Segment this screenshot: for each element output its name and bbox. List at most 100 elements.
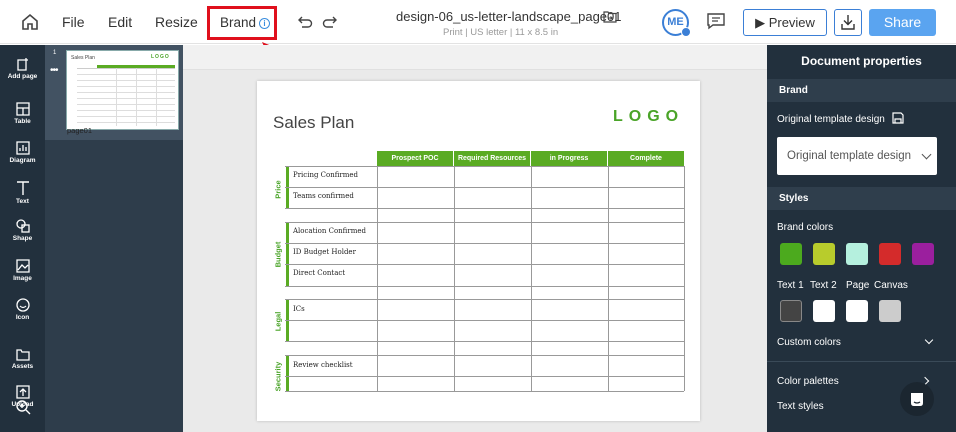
table-row-line <box>285 391 684 392</box>
user-badge-icon <box>681 27 691 37</box>
brand-menu-highlight[interactable]: Brand i <box>207 6 277 40</box>
avatar[interactable]: ME <box>662 9 691 37</box>
table-row-line <box>285 222 684 223</box>
column-header: Complete <box>608 151 684 166</box>
redo-icon[interactable] <box>321 13 339 31</box>
image-icon <box>15 259 30 273</box>
chat-icon <box>911 393 923 406</box>
text2-label: Text 2 <box>810 280 837 291</box>
table-column-line <box>608 166 609 391</box>
text-styles-label[interactable]: Text styles <box>777 401 824 412</box>
style-color-swatch[interactable] <box>846 300 868 322</box>
chat-button[interactable] <box>900 382 934 416</box>
table-row-line <box>285 243 684 244</box>
file-menu[interactable]: File <box>62 0 85 44</box>
shape-label: Shape <box>12 235 33 242</box>
table-row-line <box>285 187 684 188</box>
document-page[interactable]: Sales Plan LOGO Prospect POC Required Re… <box>257 81 700 421</box>
table-label: Table <box>14 118 31 125</box>
section-label-budget: Budget <box>273 241 283 268</box>
download-button[interactable] <box>834 9 862 36</box>
style-color-swatch[interactable] <box>879 300 901 322</box>
row-label: ICs <box>293 305 305 313</box>
tool-sidebar: Add page Table Diagram Text Shape Image … <box>0 45 45 432</box>
column-header: Required Resources <box>454 151 531 166</box>
edit-menu[interactable]: Edit <box>108 0 132 44</box>
section-label-security: Security <box>273 361 283 392</box>
shape-tool[interactable]: Shape <box>0 219 45 242</box>
page-label: page01 <box>67 126 93 135</box>
text1-label: Text 1 <box>777 280 804 291</box>
download-icon <box>841 15 855 30</box>
logo-text[interactable]: LOGO <box>613 108 684 126</box>
more-options-icon[interactable]: ••• <box>50 65 58 76</box>
assets-tool[interactable]: Assets <box>0 348 45 370</box>
document-subtitle: Print | US letter | 11 x 8.5 in <box>443 27 559 38</box>
icon-tool[interactable]: Icon <box>0 298 45 321</box>
page-number: 1 <box>53 50 57 56</box>
table-row-line <box>285 264 684 265</box>
add-page-icon <box>16 58 28 71</box>
folder-move-icon[interactable] <box>603 10 617 23</box>
table-row-line <box>285 376 684 377</box>
brand-menu[interactable]: Brand <box>220 9 256 37</box>
undo-icon[interactable] <box>296 13 314 31</box>
canvas-ruler <box>183 45 767 70</box>
template-select-value: Original template design <box>787 150 912 162</box>
comment-icon[interactable] <box>706 12 726 30</box>
properties-panel: Document properties Brand Original templ… <box>767 45 956 432</box>
style-color-swatch[interactable] <box>780 300 802 322</box>
preview-button[interactable]: ▶ Preview <box>743 9 827 36</box>
thumbnail-title: Sales Plan <box>71 55 95 61</box>
diagram-label: Diagram <box>9 157 36 164</box>
table-tool[interactable]: Table <box>0 102 45 125</box>
home-icon[interactable] <box>20 12 40 32</box>
section-bar <box>286 222 289 286</box>
share-button[interactable]: Share <box>869 9 936 36</box>
style-color-swatch[interactable] <box>813 300 835 322</box>
brand-color-swatch[interactable] <box>846 243 868 265</box>
smiley-icon <box>15 298 30 312</box>
brand-section-header[interactable]: Brand <box>767 79 956 102</box>
brand-colors-label: Brand colors <box>777 222 834 233</box>
chevron-down-icon[interactable] <box>924 335 934 345</box>
color-palettes-label[interactable]: Color palettes <box>777 376 839 387</box>
brand-color-swatch[interactable] <box>813 243 835 265</box>
row-label: Alocation Confirmed <box>293 227 366 235</box>
styles-section-header[interactable]: Styles <box>767 187 956 210</box>
table-column-line <box>531 166 532 391</box>
document-title[interactable]: design-06_us-letter-landscape_page01 <box>396 9 622 24</box>
custom-colors-label[interactable]: Custom colors <box>777 337 841 348</box>
brand-color-swatch[interactable] <box>780 243 802 265</box>
template-select[interactable]: Original template design <box>777 137 937 175</box>
table-row-line <box>285 299 684 300</box>
diagram-tool[interactable]: Diagram <box>0 141 45 164</box>
table-icon <box>15 102 30 116</box>
icon-label: Icon <box>15 314 30 321</box>
save-icon[interactable] <box>892 112 904 124</box>
table-row-line <box>285 341 684 342</box>
canvas-area: Sales Plan LOGO Prospect POC Required Re… <box>183 45 767 432</box>
folder-icon <box>15 349 30 361</box>
image-tool[interactable]: Image <box>0 259 45 282</box>
resize-menu[interactable]: Resize <box>155 0 198 44</box>
panel-title: Document properties <box>767 45 956 77</box>
add-page-tool[interactable]: Add page <box>0 57 45 80</box>
brand-color-swatch[interactable] <box>879 243 901 265</box>
table-row-line <box>285 355 684 356</box>
shape-icon <box>15 219 30 233</box>
section-bar <box>286 355 289 391</box>
page-thumbnail[interactable]: Sales Plan LOGO <box>66 50 179 130</box>
pages-panel: 1 ••• Sales Plan LOGO page01 <box>45 45 183 432</box>
brand-color-swatch[interactable] <box>912 243 934 265</box>
zoom-in-icon[interactable] <box>15 399 31 415</box>
page-color-label: Page <box>846 280 870 291</box>
row-label: Review checklist <box>293 361 353 369</box>
template-label: Original template design <box>777 112 904 125</box>
section-label-price: Price <box>273 180 283 199</box>
column-header: Prospect POC <box>377 151 454 166</box>
page-title[interactable]: Sales Plan <box>273 113 354 133</box>
text-tool[interactable]: Text <box>0 180 45 205</box>
page-thumbnail-item[interactable]: 1 ••• Sales Plan LOGO page01 <box>45 45 183 140</box>
table-column-line <box>684 166 685 391</box>
